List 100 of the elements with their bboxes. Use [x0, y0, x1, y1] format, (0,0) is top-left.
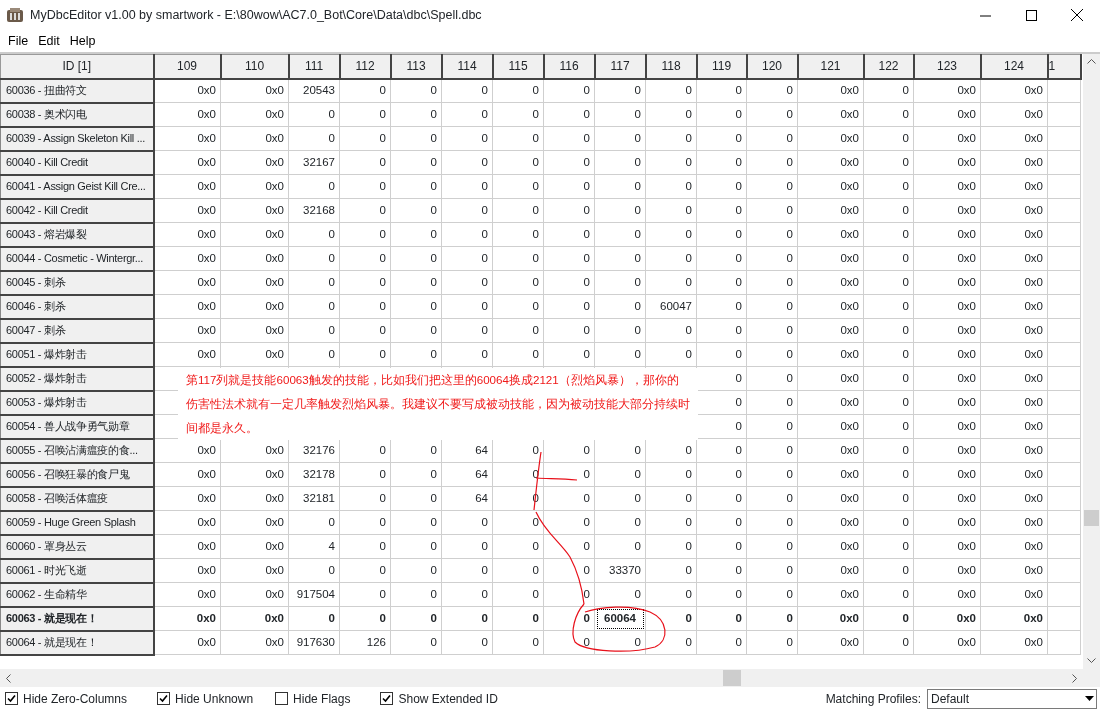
- column-header[interactable]: 114: [441, 54, 493, 79]
- table-cell: 0: [339, 462, 391, 487]
- table-cell: 0: [746, 510, 798, 535]
- row-header[interactable]: 60063 - 就是现在！: [0, 606, 154, 631]
- table-cell: 64: [441, 486, 493, 511]
- scrollbar-thumb[interactable]: [1084, 510, 1099, 526]
- table-cell: 0: [543, 342, 595, 367]
- table-cell: 0x0: [797, 342, 864, 367]
- row-header[interactable]: 60055 - 召唤沾满瘟疫的食...: [0, 438, 154, 463]
- menu-item[interactable]: Edit: [33, 31, 65, 51]
- menu-item[interactable]: Help: [64, 31, 101, 51]
- column-header[interactable]: 113: [390, 54, 442, 79]
- table-cell: 0: [339, 510, 391, 535]
- column-header[interactable]: 111: [288, 54, 340, 79]
- row-header[interactable]: 60039 - Assign Skeleton Kill ...: [0, 126, 154, 151]
- table-cell: 0x0: [220, 318, 289, 343]
- table-cell: 0x0: [797, 630, 864, 655]
- table-cell: 0: [492, 174, 544, 199]
- column-header[interactable]: 123: [913, 54, 981, 79]
- column-header[interactable]: ID [1]: [0, 54, 154, 79]
- menu-item[interactable]: File: [3, 31, 34, 51]
- table-cell: 0: [339, 78, 391, 103]
- vertical-scrollbar[interactable]: [1083, 54, 1100, 669]
- column-header[interactable]: 121: [797, 54, 864, 79]
- row-header[interactable]: 60056 - 召唤狂暴的食尸鬼: [0, 462, 154, 487]
- table-cell: 0: [746, 246, 798, 271]
- table-cell: 0: [863, 270, 914, 295]
- checkbox[interactable]: [275, 692, 289, 705]
- table-cell: 0: [746, 102, 798, 127]
- row-header[interactable]: 60052 - 爆炸射击: [0, 366, 154, 391]
- table-cell: 0: [594, 534, 646, 559]
- row-header[interactable]: 60041 - Assign Geist Kill Cre...: [0, 174, 154, 199]
- table-cell: 0: [339, 102, 391, 127]
- row-header[interactable]: 60036 - 扭曲符文: [0, 78, 154, 103]
- table-cell: 0: [696, 198, 747, 223]
- table-cell: 0: [288, 222, 340, 247]
- row-header[interactable]: 60062 - 生命精华: [0, 582, 154, 607]
- row-header[interactable]: 60064 - 就是现在！: [0, 630, 154, 655]
- row-header[interactable]: 60059 - Huge Green Splash: [0, 510, 154, 535]
- column-header[interactable]: 120: [746, 54, 798, 79]
- column-header[interactable]: 119: [696, 54, 747, 79]
- table-cell: 0x0: [220, 534, 289, 559]
- table-cell: 0x0: [797, 126, 864, 151]
- column-header[interactable]: 109: [153, 54, 221, 79]
- column-header[interactable]: 122: [863, 54, 914, 79]
- table-cell: 32181: [288, 486, 340, 511]
- row-header[interactable]: 60047 - 刺杀: [0, 318, 154, 343]
- row-header[interactable]: 60061 - 时光飞逝: [0, 558, 154, 583]
- table-cell: 0x0: [153, 294, 221, 319]
- row-header[interactable]: 60046 - 刺杀: [0, 294, 154, 319]
- row-header[interactable]: 60051 - 爆炸射击: [0, 342, 154, 367]
- column-header[interactable]: 117: [594, 54, 646, 79]
- table-cell: 0: [492, 630, 544, 655]
- table-cell: 0: [746, 294, 798, 319]
- scrollbar-thumb[interactable]: [723, 670, 741, 686]
- table-cell: 0x0: [980, 78, 1048, 103]
- checkbox[interactable]: [157, 692, 171, 705]
- row-header[interactable]: 60060 - 罩身丛云: [0, 534, 154, 559]
- table-cell: 0: [863, 174, 914, 199]
- table-cell: 0x0: [220, 126, 289, 151]
- table-cell: 126: [339, 630, 391, 655]
- table-cell: 0: [746, 438, 798, 463]
- table-cell: 0: [543, 582, 595, 607]
- horizontal-scrollbar[interactable]: [0, 669, 1100, 687]
- row-header[interactable]: 60045 - 刺杀: [0, 270, 154, 295]
- checkbox[interactable]: [380, 692, 394, 705]
- table-cell: 0: [390, 174, 442, 199]
- table-cell: 0: [863, 558, 914, 583]
- column-header[interactable]: 1: [1047, 54, 1081, 79]
- table-cell: 0: [288, 102, 340, 127]
- table-cell: 0: [696, 78, 747, 103]
- table-cell: 0: [543, 126, 595, 151]
- table-cell: 0: [441, 102, 493, 127]
- column-header[interactable]: 116: [543, 54, 595, 79]
- column-header[interactable]: 118: [645, 54, 697, 79]
- row-header[interactable]: 60042 - Kill Credit: [0, 198, 154, 223]
- row-header[interactable]: 60038 - 奥术闪电: [0, 102, 154, 127]
- table-cell: 0: [746, 630, 798, 655]
- table-cell: 0x0: [220, 606, 289, 631]
- row-header[interactable]: 60058 - 召唤活体瘟疫: [0, 486, 154, 511]
- table-cell: 0: [645, 150, 697, 175]
- row-header[interactable]: 60053 - 爆炸射击: [0, 390, 154, 415]
- table-cell: 0x0: [220, 150, 289, 175]
- column-header[interactable]: 112: [339, 54, 391, 79]
- table-cell: 0x0: [913, 630, 981, 655]
- profile-select[interactable]: Default: [927, 688, 1097, 709]
- table-cell: 0x0: [980, 606, 1048, 631]
- row-header[interactable]: 60054 - 兽人战争勇气勋章: [0, 414, 154, 439]
- table-cell: 60064: [594, 606, 646, 631]
- checkbox[interactable]: [5, 692, 18, 705]
- column-header[interactable]: 115: [492, 54, 544, 79]
- table-cell: 0: [543, 78, 595, 103]
- table-cell: 0x0: [220, 486, 289, 511]
- row-header[interactable]: 60043 - 熔岩爆裂: [0, 222, 154, 247]
- column-header[interactable]: 124: [980, 54, 1048, 79]
- table-cell: 0: [594, 510, 646, 535]
- table-cell: 0: [863, 390, 914, 415]
- column-header[interactable]: 110: [220, 54, 289, 79]
- row-header[interactable]: 60044 - Cosmetic - Wintergr...: [0, 246, 154, 271]
- row-header[interactable]: 60040 - Kill Credit: [0, 150, 154, 175]
